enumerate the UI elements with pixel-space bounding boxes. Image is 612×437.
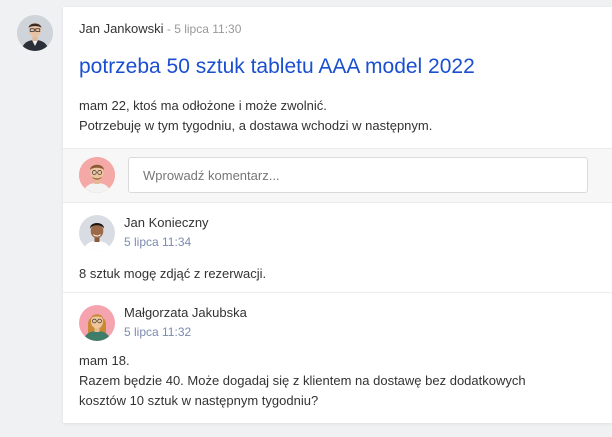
post-author-avatar[interactable] (17, 15, 53, 51)
post-body-line: mam 22, ktoś ma odłożone i może zwolnić. (79, 98, 327, 113)
comment-author-name[interactable]: Małgorzata Jakubska (124, 305, 247, 321)
comment-item: Małgorzata Jakubska 5 lipca 11:32 mam 18… (63, 293, 612, 423)
post-card: Jan Jankowski - 5 lipca 11:30 potrzeba 5… (63, 7, 612, 423)
comment-body-line: kosztów 10 sztuk w następnym tygodniu? (79, 393, 319, 408)
post-body: mam 22, ktoś ma odłożone i może zwolnić.… (79, 96, 589, 136)
comment-date: 5 lipca 11:34 (124, 235, 192, 249)
comment-body: 8 sztuk mogę zdjąć z rezerwacji. (79, 264, 579, 284)
comment-body-line: Razem będzie 40. Może dogadaj się z klie… (79, 373, 526, 388)
comment-item: Jan Konieczny 5 lipca 11:34 8 sztuk mogę… (63, 203, 612, 293)
man-avatar-icon (79, 215, 115, 251)
comment-form (63, 148, 612, 203)
man-avatar-icon (79, 157, 115, 193)
comment-author-name[interactable]: Jan Konieczny (124, 215, 209, 231)
woman-avatar-icon (79, 305, 115, 341)
comment-author-avatar[interactable] (79, 305, 115, 341)
comment-body: mam 18. Razem będzie 40. Może dogadaj si… (79, 351, 579, 411)
comment-body-line: 8 sztuk mogę zdjąć z rezerwacji. (79, 266, 267, 281)
comment-input[interactable] (128, 157, 588, 193)
post-title[interactable]: potrzeba 50 sztuk tabletu AAA model 2022 (79, 53, 475, 81)
post-author-name[interactable]: Jan Jankowski (79, 21, 164, 36)
comment-body-line: mam 18. (79, 353, 130, 368)
comment-date: 5 lipca 11:32 (124, 325, 192, 339)
post-header: Jan Jankowski - 5 lipca 11:30 (79, 21, 241, 37)
post-body-line: Potrzebuję w tym tygodniu, a dostawa wch… (79, 118, 433, 133)
current-user-avatar (79, 157, 115, 193)
man-avatar-icon (17, 15, 53, 51)
post-date: 5 lipca 11:30 (174, 22, 242, 36)
post-header-separator: - (163, 22, 175, 36)
comment-author-avatar[interactable] (79, 215, 115, 251)
